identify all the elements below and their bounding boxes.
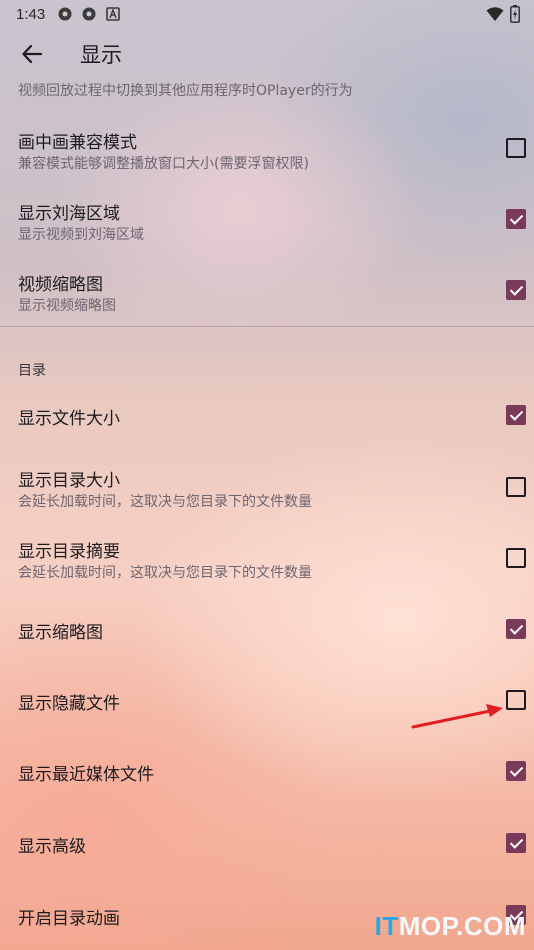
setting-row-show-advanced[interactable]: 显示高级 bbox=[0, 806, 534, 876]
previous-preference-summary: 视频回放过程中切换到其他应用程序时OPlayer的行为 bbox=[18, 83, 353, 99]
setting-summary: 会延长加载时间，这取决与您目录下的文件数量 bbox=[18, 494, 312, 510]
battery-charging-icon bbox=[510, 5, 520, 23]
checkbox[interactable] bbox=[506, 405, 526, 425]
section-divider bbox=[0, 326, 534, 327]
setting-title: 显示缩略图 bbox=[18, 623, 103, 643]
setting-row-show-recent-media[interactable]: 显示最近媒体文件 bbox=[0, 735, 534, 805]
checkbox[interactable] bbox=[506, 477, 526, 497]
checkbox[interactable] bbox=[506, 833, 526, 853]
setting-title: 视频缩略图 bbox=[18, 275, 103, 295]
watermark: ITMOP.COM bbox=[375, 911, 526, 942]
back-button[interactable] bbox=[0, 28, 64, 80]
setting-summary: 兼容模式能够调整播放窗口大小(需要浮窗权限) bbox=[18, 156, 309, 172]
checkbox[interactable] bbox=[506, 548, 526, 568]
red-arrow-annotation-icon bbox=[411, 704, 503, 729]
wifi-icon bbox=[486, 7, 504, 21]
checkbox[interactable] bbox=[506, 280, 526, 300]
arrow-back-icon bbox=[22, 44, 43, 64]
checkbox[interactable] bbox=[506, 209, 526, 229]
setting-row-show-file-size[interactable]: 显示文件大小 bbox=[0, 380, 534, 450]
setting-title: 显示目录摘要 bbox=[18, 542, 120, 562]
setting-summary: 会延长加载时间，这取决与您目录下的文件数量 bbox=[18, 565, 312, 581]
setting-title: 显示高级 bbox=[18, 837, 86, 857]
font-a-icon bbox=[106, 7, 121, 21]
section-header-directory: 目录 bbox=[18, 363, 46, 379]
settings-gear-icon bbox=[82, 7, 96, 21]
setting-title: 显示目录大小 bbox=[18, 471, 120, 491]
setting-summary: 显示视频缩略图 bbox=[18, 298, 116, 314]
setting-title: 显示刘海区域 bbox=[18, 204, 120, 224]
app-bar: 显示 bbox=[0, 28, 534, 80]
setting-title: 显示文件大小 bbox=[18, 409, 120, 429]
setting-title: 显示最近媒体文件 bbox=[18, 765, 154, 785]
setting-row-show-thumbnail[interactable]: 显示缩略图 bbox=[0, 593, 534, 663]
setting-title: 开启目录动画 bbox=[18, 909, 120, 929]
setting-title: 显示隐藏文件 bbox=[18, 694, 120, 714]
watermark-domain: MOP.COM bbox=[398, 911, 526, 941]
setting-row-show-dir-summary[interactable]: 显示目录摘要 会延长加载时间，这取决与您目录下的文件数量 bbox=[0, 522, 534, 592]
checkbox[interactable] bbox=[506, 138, 526, 158]
status-bar: 1:43 bbox=[0, 0, 534, 28]
setting-row-notch-area[interactable]: 显示刘海区域 显示视频到刘海区域 bbox=[0, 187, 534, 253]
status-time: 1:43 bbox=[16, 5, 46, 23]
setting-summary: 显示视频到刘海区域 bbox=[18, 227, 144, 243]
watermark-it: IT bbox=[374, 911, 399, 941]
page-title: 显示 bbox=[80, 43, 122, 67]
checkbox[interactable] bbox=[506, 619, 526, 639]
setting-row-pip-compat[interactable]: 画中画兼容模式 兼容模式能够调整播放窗口大小(需要浮窗权限) bbox=[0, 116, 534, 182]
checkbox[interactable] bbox=[506, 761, 526, 781]
setting-row-show-dir-size[interactable]: 显示目录大小 会延长加载时间，这取决与您目录下的文件数量 bbox=[0, 451, 534, 521]
setting-row-video-thumbnail[interactable]: 视频缩略图 显示视频缩略图 bbox=[0, 258, 534, 324]
settings-gear-icon bbox=[58, 7, 72, 21]
setting-title: 画中画兼容模式 bbox=[18, 133, 137, 153]
